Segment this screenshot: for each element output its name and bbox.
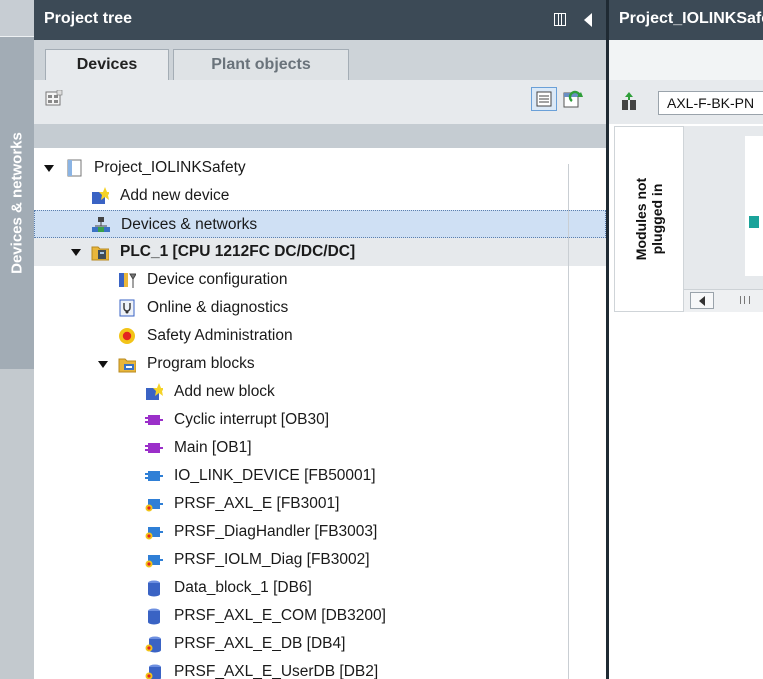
device-config-icon (119, 273, 136, 288)
project-tree: Project_IOLINKSafety Add new device Devi… (34, 148, 606, 679)
portal-sidebar-empty (0, 369, 34, 679)
tree-item-label: Program blocks (147, 355, 255, 372)
tree-item-project[interactable]: Project_IOLINKSafety (34, 154, 606, 182)
add-device-icon (92, 187, 109, 204)
tree-item-label: IO_LINK_DEVICE [FB50001] (174, 467, 376, 484)
scroll-thumb[interactable] (740, 296, 750, 304)
pin-panel-icon[interactable] (554, 13, 566, 26)
db-block-icon (148, 608, 160, 625)
horizontal-scrollbar[interactable] (684, 289, 763, 312)
tree-item-prsf-diaghandler[interactable]: PRSF_DiagHandler [FB3003] (34, 518, 606, 546)
tree-item-prsf-axl-e-db[interactable]: PRSF_AXL_E_DB [DB4] (34, 630, 606, 658)
ob-block-icon (145, 415, 163, 425)
tree-item-main[interactable]: Main [OB1] (34, 434, 606, 462)
details-view-icon (536, 91, 552, 107)
tree-item-prsf-axl-e-com[interactable]: PRSF_AXL_E_COM [DB3200] (34, 602, 606, 630)
folder-icon (118, 358, 136, 373)
device-dropdown[interactable]: AXL-F-BK-PN (658, 91, 763, 115)
project-icon (67, 159, 82, 177)
tree-item-label: Online & diagnostics (147, 299, 289, 316)
tree-item-label: Data_block_1 [DB6] (174, 579, 312, 596)
device-module-graphic[interactable] (745, 136, 763, 276)
fb-safety-icon (145, 527, 163, 540)
tree-item-label: PRSF_AXL_E [FB3001] (174, 495, 340, 512)
tree-item-plc[interactable]: PLC_1 [CPU 1212FC DC/DC/DC] (34, 238, 606, 266)
tree-item-label: Devices & networks (121, 216, 258, 233)
editor-toolbar: AXL-F-BK-PN (609, 80, 763, 124)
tree-item-label: PRSF_DiagHandler [FB3003] (174, 523, 378, 540)
tree-item-label: Add new device (120, 187, 230, 204)
tab-devices-networks[interactable]: Devices & networks (0, 36, 34, 370)
tree-item-prsf-axl-e-userdb[interactable]: PRSF_AXL_E_UserDB [DB2] (34, 658, 606, 679)
modules-tab-label: Modules not plugged in (633, 177, 665, 261)
tree-item-label: PRSF_AXL_E_DB [DB4] (174, 635, 346, 652)
fb-block-icon (145, 471, 163, 481)
ob-block-icon (145, 443, 163, 453)
db-safety-icon (145, 636, 161, 653)
tree-item-io-link-device[interactable]: IO_LINK_DEVICE [FB50001] (34, 462, 606, 490)
tree-item-safety-administration[interactable]: Safety Administration (34, 322, 606, 350)
tree-item-cyclic-interrupt[interactable]: Cyclic interrupt [OB30] (34, 406, 606, 434)
scroll-left-button[interactable] (690, 292, 714, 309)
details-view-button[interactable] (531, 87, 557, 111)
modules-not-plugged-in-tab[interactable]: Modules not plugged in (614, 126, 684, 312)
tab-devices-networks-label: Devices & networks (8, 132, 26, 274)
project-tree-header-strip (34, 124, 606, 148)
expand-arrow-icon[interactable] (71, 249, 81, 256)
tree-item-label: Safety Administration (147, 327, 293, 344)
fb-safety-icon (145, 555, 163, 568)
add-block-icon (146, 383, 163, 400)
tree-item-program-blocks[interactable]: Program blocks (34, 350, 606, 378)
tab-plant-objects[interactable]: Plant objects (173, 49, 349, 80)
tree-column-divider (568, 164, 569, 679)
tree-item-prsf-axl-e[interactable]: PRSF_AXL_E [FB3001] (34, 490, 606, 518)
tree-item-label: PRSF_AXL_E_UserDB [DB2] (174, 663, 379, 679)
tree-item-label: Device configuration (147, 271, 288, 288)
collapse-panel-icon[interactable] (584, 13, 592, 27)
plc-folder-icon (91, 246, 109, 261)
project-tree-tabs: Devices Plant objects (34, 40, 606, 81)
expand-arrow-icon[interactable] (98, 361, 108, 368)
diagnostics-icon (119, 299, 135, 317)
tree-item-add-new-device[interactable]: Add new device (34, 182, 606, 210)
tree-item-label: Project_IOLINKSafety (94, 159, 246, 176)
tree-item-online-diagnostics[interactable]: Online & diagnostics (34, 294, 606, 322)
db-safety-icon (145, 664, 161, 679)
fb-safety-icon (145, 499, 163, 512)
safety-icon (119, 328, 135, 344)
expand-arrow-icon[interactable] (44, 165, 54, 172)
tree-item-label: PLC_1 [CPU 1212FC DC/DC/DC] (120, 243, 356, 260)
tree-item-add-new-block[interactable]: Add new block (34, 378, 606, 406)
editor-titlebar: Project_IOLINKSafety (609, 0, 763, 40)
device-editor-panel: Project_IOLINKSafety AXL-F-BK-PN Modules… (606, 0, 763, 679)
device-view-canvas[interactable] (684, 126, 763, 312)
tree-item-data-block-1[interactable]: Data_block_1 [DB6] (34, 574, 606, 602)
tree-item-label: Cyclic interrupt [OB30] (174, 411, 330, 428)
tree-item-devices-networks[interactable]: Devices & networks (34, 210, 606, 238)
tree-item-label: PRSF_AXL_E_COM [DB3200] (174, 607, 386, 624)
project-tree-titlebar: Project tree (34, 0, 606, 40)
tab-devices[interactable]: Devices (45, 49, 169, 81)
project-tree-panel: Project tree Devices Plant objects Proje… (34, 0, 606, 679)
tree-item-label: Add new block (174, 383, 275, 400)
editor-body (609, 312, 763, 679)
update-view-icon[interactable] (562, 88, 584, 110)
project-tree-title: Project tree (44, 10, 133, 27)
show-overview-icon[interactable] (45, 90, 63, 108)
tree-item-label: Main [OB1] (174, 439, 252, 456)
device-dropdown-value: AXL-F-BK-PN (667, 95, 755, 111)
network-icon (92, 217, 110, 232)
network-view-icon[interactable] (620, 92, 640, 112)
tree-item-prsf-iolm-diag[interactable]: PRSF_IOLM_Diag [FB3002] (34, 546, 606, 574)
project-tree-toolbar (34, 80, 606, 124)
db-block-icon (148, 580, 160, 597)
tree-item-label: PRSF_IOLM_Diag [FB3002] (174, 551, 370, 568)
editor-tab-strip (609, 40, 763, 80)
tree-item-device-configuration[interactable]: Device configuration (34, 266, 606, 294)
portal-sidebar: Devices & networks (0, 0, 34, 679)
editor-title: Project_IOLINKSafety (619, 10, 763, 27)
